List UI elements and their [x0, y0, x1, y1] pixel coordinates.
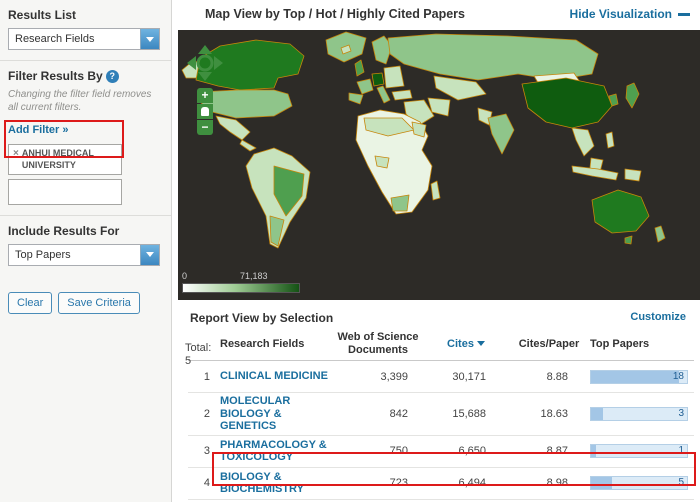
- docs-value: 3,399: [332, 371, 424, 383]
- include-results-dropdown[interactable]: Top Papers: [8, 244, 160, 266]
- row-rank: 1: [188, 371, 220, 383]
- hide-visualization-link[interactable]: Hide Visualization: [570, 7, 690, 21]
- chevron-down-icon[interactable]: [140, 245, 159, 265]
- cites-value: 6,650: [424, 445, 508, 457]
- docs-value: 842: [332, 408, 424, 420]
- sidebar: Results List Research Fields Filter Resu…: [0, 0, 172, 502]
- table-row: 3 PHARMACOLOGY & TOXICOLOGY 750 6,650 8.…: [188, 436, 694, 468]
- hide-visualization-label: Hide Visualization: [570, 7, 672, 21]
- table-header-row: Research Fields Web of Science Documents…: [188, 331, 694, 361]
- report-title: Report View by Selection: [190, 311, 333, 325]
- active-filter-label: ANHUI MEDICAL UNIVERSITY: [22, 148, 117, 171]
- world-map-svg: [178, 30, 700, 272]
- col-cites-label: Cites: [447, 338, 474, 351]
- active-filter-chip[interactable]: × ANHUI MEDICAL UNIVERSITY: [8, 144, 122, 175]
- table-row: 1 CLINICAL MEDICINE 3,399 30,171 8.88 18: [188, 361, 694, 393]
- zoom-in-button[interactable]: +: [197, 88, 213, 103]
- filter-note: Changing the filter field removes all cu…: [8, 89, 156, 114]
- results-list-dropdown-value: Research Fields: [15, 33, 94, 45]
- top-papers-value: 18: [673, 371, 684, 383]
- cites-per-paper-value: 18.63: [508, 408, 590, 420]
- table-row-highlighted: 4 BIOLOGY & BIOCHEMISTRY 723 6,494 8.98 …: [188, 468, 694, 500]
- top-papers-bar[interactable]: 18: [590, 370, 688, 384]
- report-table: Research Fields Web of Science Documents…: [188, 331, 694, 502]
- total-value: 5: [185, 355, 211, 368]
- report-panel: Report View by Selection Customize Total…: [172, 302, 700, 502]
- row-rank: 2: [188, 408, 220, 420]
- map-pan-pad[interactable]: [186, 44, 224, 82]
- filter-section: Filter Results By? Changing the filter f…: [0, 61, 171, 216]
- customize-link[interactable]: Customize: [630, 311, 686, 325]
- field-link[interactable]: CLINICAL MEDICINE: [220, 370, 332, 383]
- top-papers-value: 3: [678, 408, 684, 420]
- add-filter-link[interactable]: Add Filter »: [8, 124, 69, 136]
- top-papers-bar-cell: 1: [590, 444, 694, 458]
- sort-desc-icon: [477, 341, 485, 346]
- include-results-section: Include Results For Top Papers: [0, 216, 171, 276]
- map-legend: 0 71,183: [182, 272, 312, 296]
- results-list-section: Results List Research Fields: [0, 0, 171, 61]
- cites-value: 15,688: [424, 408, 508, 420]
- help-icon[interactable]: ?: [106, 70, 119, 83]
- filter-section-title: Filter Results By?: [8, 69, 163, 83]
- cites-per-paper-value: 8.88: [508, 371, 590, 383]
- results-list-title: Results List: [8, 8, 163, 22]
- remove-filter-icon[interactable]: ×: [13, 148, 19, 171]
- page: Results List Research Fields Filter Resu…: [0, 0, 700, 502]
- top-papers-value: 1: [678, 445, 684, 457]
- cites-per-paper-value: 8.87: [508, 445, 590, 457]
- field-link[interactable]: PHARMACOLOGY & TOXICOLOGY: [220, 439, 332, 464]
- legend-max-label: 71,183: [240, 271, 268, 281]
- minimize-icon[interactable]: [678, 13, 690, 16]
- col-top-papers: Top Papers: [590, 338, 694, 351]
- include-results-title: Include Results For: [8, 224, 163, 238]
- table-row: 2 MOLECULAR BIOLOGY & GENETICS 842 15,68…: [188, 393, 694, 436]
- top-papers-bar[interactable]: 5: [590, 476, 688, 490]
- clear-button[interactable]: Clear: [8, 292, 52, 314]
- chevron-down-icon[interactable]: [140, 29, 159, 49]
- results-list-dropdown[interactable]: Research Fields: [8, 28, 160, 50]
- docs-value: 750: [332, 445, 424, 457]
- top-papers-bar-cell: 5: [590, 476, 694, 490]
- bar-fill: [591, 445, 596, 457]
- report-header: Report View by Selection Customize: [172, 302, 700, 325]
- map-view-title: Map View by Top / Hot / Highly Cited Pap…: [205, 7, 465, 21]
- total-count: Total: 5: [185, 342, 211, 368]
- docs-value: 723: [332, 477, 424, 489]
- filter-title-label: Filter Results By: [8, 69, 103, 83]
- legend-min-label: 0: [182, 271, 187, 281]
- col-wos-documents: Web of Science Documents: [332, 331, 424, 356]
- col-cites-per-paper: Cites/Paper: [508, 338, 590, 351]
- map-zoom-controls: + −: [197, 88, 213, 135]
- top-papers-bar-cell: 18: [590, 370, 694, 384]
- world-map[interactable]: + − 0 71,183: [178, 30, 700, 300]
- map-header: Map View by Top / Hot / Highly Cited Pap…: [172, 0, 700, 30]
- bar-fill: [591, 371, 679, 383]
- legend-gradient: [182, 283, 300, 293]
- col-cites[interactable]: Cites: [424, 338, 508, 351]
- col-research-fields: Research Fields: [220, 338, 332, 351]
- sidebar-buttons: Clear Save Criteria: [0, 276, 171, 314]
- zoom-out-button[interactable]: −: [197, 120, 213, 135]
- top-papers-bar[interactable]: 3: [590, 407, 688, 421]
- save-criteria-button[interactable]: Save Criteria: [58, 292, 140, 314]
- bar-fill: [591, 408, 603, 420]
- cites-per-paper-value: 8.98: [508, 477, 590, 489]
- main-panel: Map View by Top / Hot / Highly Cited Pap…: [172, 0, 700, 502]
- field-link[interactable]: BIOLOGY & BIOCHEMISTRY: [220, 471, 332, 496]
- total-label: Total:: [185, 342, 211, 355]
- cites-value: 6,494: [424, 477, 508, 489]
- filter-empty-box: [8, 179, 122, 205]
- field-link[interactable]: MOLECULAR BIOLOGY & GENETICS: [220, 395, 332, 433]
- row-rank: 3: [188, 445, 220, 457]
- cites-value: 30,171: [424, 371, 508, 383]
- row-rank: 4: [188, 477, 220, 489]
- include-results-dropdown-value: Top Papers: [15, 249, 71, 261]
- top-papers-bar-cell: 3: [590, 407, 694, 421]
- pan-hand-icon[interactable]: [197, 104, 213, 119]
- top-papers-value: 5: [678, 477, 684, 489]
- top-papers-bar[interactable]: 1: [590, 444, 688, 458]
- bar-fill: [591, 477, 612, 489]
